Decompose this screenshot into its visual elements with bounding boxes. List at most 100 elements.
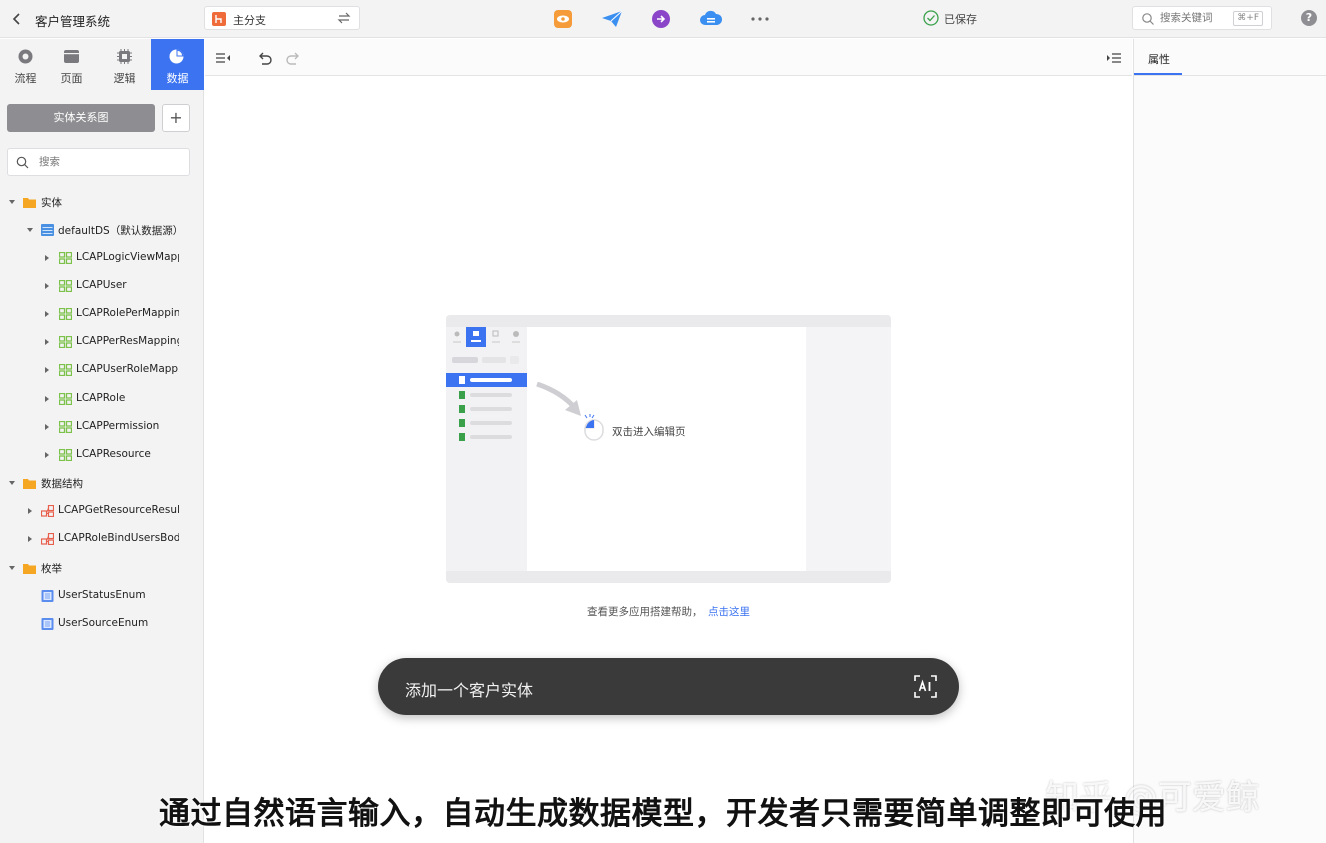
top-bar: 客户管理系统 主分支 已保存 ⌘+F ? <box>0 0 1326 38</box>
folder-icon <box>23 564 36 574</box>
tree-item-entity[interactable]: LCAPRole <box>0 388 204 410</box>
illustration-right-panel <box>806 327 891 571</box>
arrow-icon <box>536 382 581 416</box>
caret-right-icon[interactable] <box>43 338 51 346</box>
global-search-input[interactable] <box>1160 10 1238 26</box>
flow-icon <box>18 49 33 64</box>
tab-logic[interactable]: 逻辑 <box>99 39 150 90</box>
ai-prompt-bar[interactable]: 添加一个客户实体 <box>378 658 959 715</box>
page-icon <box>64 50 79 63</box>
caret-right-icon[interactable] <box>43 451 51 459</box>
ai-icon[interactable] <box>913 674 938 699</box>
tree-folder-structures[interactable]: 数据结构 <box>0 472 204 494</box>
caret-down-icon[interactable] <box>8 564 16 572</box>
tree-item-entity[interactable]: LCAPResource <box>0 444 204 466</box>
entity-icon <box>59 308 72 320</box>
caret-right-icon[interactable] <box>43 395 51 403</box>
illustration-row-selected <box>446 373 527 387</box>
tree-item-entity[interactable]: LCAPPermission <box>0 416 204 438</box>
search-icon <box>1142 13 1154 25</box>
publish-icon[interactable] <box>601 9 623 29</box>
caret-right-icon[interactable] <box>43 423 51 431</box>
caret-right-icon[interactable] <box>26 535 34 543</box>
search-shortcut: ⌘+F <box>1233 11 1263 26</box>
tree-item-structure[interactable]: LCAPRoleBindUsersBody <box>0 528 204 550</box>
tree-item-structure[interactable]: LCAPGetResourceResult <box>0 500 204 522</box>
logic-icon <box>117 49 132 64</box>
tree-item-entity[interactable]: LCAPRolePerMapping <box>0 303 204 325</box>
canvas-toolbar <box>205 39 1132 76</box>
er-diagram-button[interactable]: 实体关系图 <box>7 104 155 132</box>
tree-item-entity[interactable]: LCAPUserRoleMapping <box>0 359 204 381</box>
entity-icon <box>59 421 72 433</box>
data-icon <box>169 49 184 64</box>
tree-item-entity[interactable]: LCAPLogicViewMapping <box>0 247 204 269</box>
entity-icon <box>59 393 72 405</box>
sidebar-search-input[interactable] <box>39 154 179 170</box>
app-title: 客户管理系统 <box>35 14 111 29</box>
illustration-bottombar <box>446 571 891 583</box>
tree-item-enum[interactable]: UserStatusEnum <box>0 585 204 607</box>
tree-folder-enums[interactable]: 枚举 <box>0 557 204 579</box>
cloud-icon[interactable] <box>699 9 723 29</box>
double-click-hint: 双击进入编辑页 <box>612 426 686 438</box>
undo-icon[interactable] <box>257 50 273 66</box>
video-caption: 通过自然语言输入，自动生成数据模型，开发者只需要简单调整即可使用 <box>159 796 1167 832</box>
tree-item-entity[interactable]: LCAPUser <box>0 275 204 297</box>
branch-icon <box>212 12 226 26</box>
caret-down-icon[interactable] <box>8 479 16 487</box>
illustration-tab-active <box>466 327 486 347</box>
global-search[interactable]: ⌘+F <box>1132 6 1272 30</box>
folder-icon <box>23 198 36 208</box>
redo-icon[interactable] <box>285 50 301 66</box>
tab-data[interactable]: 数据 <box>151 39 204 90</box>
caret-right-icon[interactable] <box>26 507 34 515</box>
caret-down-icon[interactable] <box>8 198 16 206</box>
structure-icon <box>41 505 54 517</box>
tree-datasource[interactable]: defaultDS（默认数据源） <box>0 219 204 241</box>
datasource-icon <box>41 224 54 236</box>
tree-item-enum[interactable]: UserSourceEnum <box>0 613 204 635</box>
caret-right-icon[interactable] <box>43 282 51 290</box>
ai-prompt-text[interactable]: 添加一个客户实体 <box>405 677 533 701</box>
caret-right-icon[interactable] <box>43 366 51 374</box>
tab-flow[interactable]: 流程 <box>0 39 51 90</box>
caret-right-icon[interactable] <box>43 254 51 262</box>
branch-selector[interactable]: 主分支 <box>204 6 360 30</box>
caret-right-icon[interactable] <box>43 310 51 318</box>
more-icon[interactable] <box>750 9 770 29</box>
chevron-left-icon[interactable] <box>10 10 24 28</box>
deploy-icon[interactable] <box>651 9 671 29</box>
tree-folder-entities[interactable]: 实体 <box>0 191 204 213</box>
caret-down-icon[interactable] <box>26 226 34 234</box>
illustration-bar <box>452 357 478 363</box>
illustration-bar <box>510 356 519 364</box>
collapse-sidebar-icon[interactable] <box>215 50 231 66</box>
illustration-tab <box>508 327 524 347</box>
help-icon[interactable]: ? <box>1301 10 1317 26</box>
tab-page[interactable]: 页面 <box>46 39 97 90</box>
entity-icon <box>59 364 72 376</box>
sidebar-search[interactable] <box>7 148 190 176</box>
illustration-bar <box>482 357 506 363</box>
module-tabs: 流程 页面 逻辑 数据 <box>0 39 204 90</box>
illustration-row <box>446 430 527 444</box>
enum-icon <box>41 590 54 602</box>
enum-icon <box>41 618 54 630</box>
data-sidebar: 实体关系图 + 实体 defaultDS（默认数据源） LCAPLogicVie… <box>0 90 204 843</box>
branch-label: 主分支 <box>233 14 266 27</box>
expand-panel-icon[interactable] <box>1106 50 1122 66</box>
search-icon <box>16 156 29 169</box>
tree-item-entity[interactable]: LCAPPerResMapping <box>0 331 204 353</box>
check-circle-icon <box>923 10 939 26</box>
tab-properties[interactable]: 属性 <box>1148 51 1170 67</box>
entity-icon <box>59 449 72 461</box>
entity-icon <box>59 280 72 292</box>
help-text: 查看更多应用搭建帮助， <box>587 606 703 618</box>
illustration-topbar <box>446 315 891 327</box>
preview-icon[interactable] <box>553 9 573 29</box>
help-link[interactable]: 点击这里 <box>708 604 750 619</box>
switch-icon[interactable] <box>337 11 351 25</box>
add-button[interactable]: + <box>162 104 190 132</box>
illustration-row <box>446 416 527 430</box>
